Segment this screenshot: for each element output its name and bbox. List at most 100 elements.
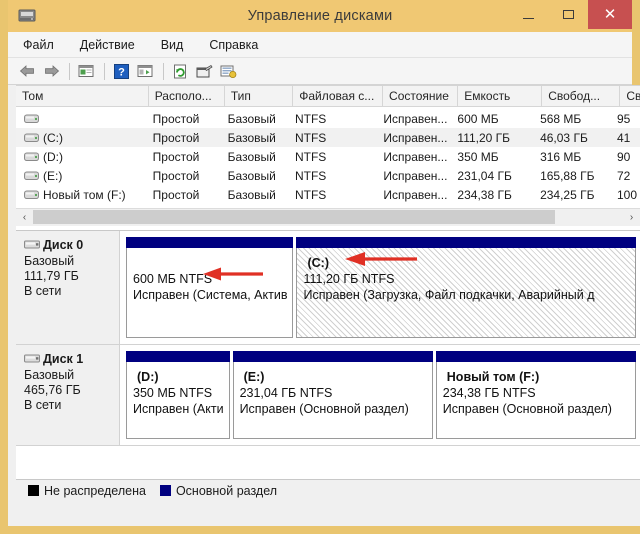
- disk-row-0[interactable]: Диск 0 Базовый 111,79 ГБ В сети 600 МБ N…: [16, 231, 640, 345]
- show-pane-button[interactable]: [134, 61, 156, 82]
- partition-size: 231,04 ГБ NTFS: [239, 386, 333, 400]
- table-row[interactable]: Новый том (F:) Простой Базовый NTFS Испр…: [16, 185, 640, 204]
- menu-item-view[interactable]: Вид: [158, 36, 187, 54]
- back-button[interactable]: [16, 61, 38, 82]
- forward-icon: [44, 65, 59, 77]
- drive-icon: [24, 133, 39, 142]
- partition-system-reserved[interactable]: 600 МБ NTFS Исправен (Система, Актив: [126, 237, 294, 338]
- cell-filesystem: NTFS: [294, 168, 327, 183]
- disk-title-0: Диск 0: [24, 238, 119, 252]
- disk-info-1[interactable]: Диск 1 Базовый 465,76 ГБ В сети: [16, 345, 120, 445]
- drive-icon: [24, 114, 39, 123]
- legend-label-primary: Основной раздел: [175, 483, 278, 498]
- cell-volume-label: (E:): [43, 168, 63, 183]
- rescan-disks-icon: [220, 65, 236, 78]
- maximize-icon: [562, 10, 574, 19]
- partition-label: (E:): [243, 370, 265, 384]
- horizontal-scrollbar[interactable]: ‹ ›: [16, 208, 640, 226]
- cell-volume: (E:): [16, 169, 147, 183]
- disk-state-1: В сети: [24, 398, 62, 412]
- toolbar-separator: [69, 62, 70, 80]
- disk-info-0[interactable]: Диск 0 Базовый 111,79 ГБ В сети: [16, 231, 120, 344]
- rescan-disks-button[interactable]: [217, 61, 239, 82]
- menu-item-help[interactable]: Справка: [206, 36, 261, 54]
- disk-type-0: Базовый: [24, 254, 75, 268]
- scroll-right-button[interactable]: ›: [623, 209, 640, 226]
- partition-label: (C:): [307, 256, 329, 270]
- close-button[interactable]: ✕: [588, 0, 632, 29]
- partition-label: (D:): [137, 370, 159, 384]
- cell-free-percent: 72: [616, 168, 631, 183]
- cell-layout: Простой: [152, 130, 200, 145]
- cell-type: Базовый: [227, 111, 276, 126]
- partition-e-drive[interactable]: (E:) 231,04 ГБ NTFS Исправен (Основной р…: [232, 351, 433, 439]
- partition-f-drive[interactable]: Новый том (F:) 234,38 ГБ NTFS Исправен (…: [435, 351, 636, 439]
- back-icon: [19, 65, 34, 77]
- list-view-button[interactable]: [75, 61, 97, 82]
- disk-graphical-view: Диск 0 Базовый 111,79 ГБ В сети 600 МБ N…: [16, 230, 640, 479]
- properties-button[interactable]: [193, 61, 215, 82]
- minimize-button[interactable]: [508, 0, 548, 29]
- cell-free: 568 МБ: [540, 111, 582, 126]
- column-header-filesystem[interactable]: Файловая с...: [293, 86, 384, 106]
- scrollbar-track[interactable]: [33, 209, 623, 226]
- table-row[interactable]: (E:) Простой Базовый NTFS Исправен... 23…: [16, 166, 640, 185]
- cell-capacity: 600 МБ: [457, 111, 499, 126]
- column-header-layout[interactable]: Располо...: [149, 86, 225, 106]
- toolbar-separator: [163, 62, 164, 80]
- table-row[interactable]: Простой Базовый NTFS Исправен... 600 МБ …: [16, 109, 640, 128]
- partition-status: Исправен (Основной раздел): [239, 402, 409, 416]
- toolbar-separator: [104, 62, 105, 80]
- cell-volume-label: Новый том (F:): [43, 187, 126, 202]
- partition-label: Новый том (F:): [446, 370, 540, 384]
- menu-item-file[interactable]: Файл: [20, 36, 57, 54]
- disk-name-0: Диск 0: [43, 238, 84, 252]
- partition-status: Исправен (Основной раздел): [442, 402, 612, 416]
- table-row[interactable]: (C:) Простой Базовый NTFS Исправен... 11…: [16, 128, 640, 147]
- partition-d-drive[interactable]: (D:) 350 МБ NTFS Исправен (Акти: [126, 351, 230, 439]
- column-header-free[interactable]: Свобод...: [542, 86, 621, 106]
- partition-label: [137, 256, 287, 271]
- cell-free: 316 МБ: [540, 149, 582, 164]
- toolbar: ?: [8, 58, 632, 85]
- partition-c-drive[interactable]: (C:) 111,20 ГБ NTFS Исправен (Загрузка, …: [296, 237, 636, 338]
- column-header-type[interactable]: Тип: [225, 86, 294, 106]
- properties-icon: [196, 64, 213, 77]
- table-row[interactable]: (D:) Простой Базовый NTFS Исправен... 35…: [16, 147, 640, 166]
- cell-capacity: 234,38 ГБ: [457, 187, 512, 202]
- forward-button[interactable]: [40, 61, 62, 82]
- disk-row-1[interactable]: Диск 1 Базовый 465,76 ГБ В сети (D:) 350…: [16, 345, 640, 446]
- cell-free-percent: 41: [616, 130, 631, 145]
- column-header-capacity[interactable]: Емкость: [458, 86, 543, 106]
- partition-body: (C:) 111,20 ГБ NTFS Исправен (Загрузка, …: [296, 248, 636, 338]
- column-header-status[interactable]: Состояние: [383, 86, 459, 106]
- column-header-free-percent[interactable]: Св: [620, 86, 640, 106]
- cell-capacity: 111,20 ГБ: [457, 130, 511, 145]
- cell-layout: Простой: [152, 111, 200, 126]
- menu-item-action[interactable]: Действие: [77, 36, 138, 54]
- cell-free-percent: 100: [616, 187, 638, 202]
- disk-icon: [24, 240, 40, 249]
- partition-body: (D:) 350 МБ NTFS Исправен (Акти: [126, 362, 230, 439]
- cell-filesystem: NTFS: [294, 111, 327, 126]
- cell-status: Исправен...: [383, 149, 448, 164]
- scroll-left-button[interactable]: ‹: [16, 209, 33, 226]
- cell-type: Базовый: [227, 187, 276, 202]
- close-icon: ✕: [603, 6, 617, 23]
- refresh-button[interactable]: [169, 61, 191, 82]
- cell-volume-label: (D:): [43, 149, 63, 164]
- column-header-volume[interactable]: Том: [16, 86, 149, 106]
- partition-color-bar: [435, 351, 636, 362]
- partition-status: Исправен (Система, Актив: [133, 288, 288, 302]
- partition-size: 234,38 ГБ NTFS: [442, 386, 536, 400]
- maximize-button[interactable]: [548, 0, 588, 29]
- partition-body: 600 МБ NTFS Исправен (Система, Актив: [126, 248, 294, 338]
- partition-color-bar: [126, 351, 230, 362]
- svg-text:?: ?: [118, 66, 125, 78]
- help-button[interactable]: ?: [110, 61, 132, 82]
- scrollbar-thumb[interactable]: [33, 210, 556, 224]
- partition-color-bar: [126, 237, 294, 248]
- show-pane-icon: [137, 65, 153, 77]
- cell-free: 46,03 ГБ: [540, 130, 588, 145]
- disk-size-1: 465,76 ГБ: [24, 383, 81, 397]
